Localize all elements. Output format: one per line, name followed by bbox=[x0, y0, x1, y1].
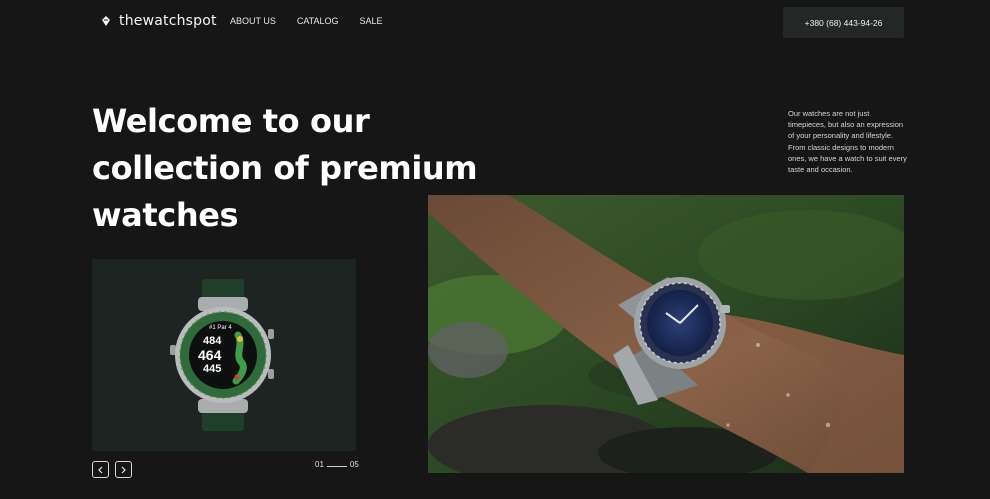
chevron-right-icon bbox=[121, 466, 126, 473]
wrist-watch-photo bbox=[428, 195, 904, 473]
product-card[interactable]: #1 Par 4 484 464 445 bbox=[92, 259, 356, 451]
hero-description: Our watches are not just timepieces, but… bbox=[788, 109, 907, 175]
phone-button[interactable]: +380 (68) 443-94-26 bbox=[783, 7, 904, 38]
watch-face-value-2: 464 bbox=[198, 347, 222, 363]
brand-logo[interactable]: thewatchspot bbox=[101, 13, 217, 29]
logo-text: thewatchspot bbox=[119, 13, 217, 29]
slider-next-button[interactable] bbox=[115, 461, 132, 478]
slide-counter: 01 05 bbox=[315, 460, 359, 469]
main-nav: ABOUT US CATALOG SALE bbox=[230, 16, 383, 26]
slide-total: 05 bbox=[349, 460, 359, 469]
slider-prev-button[interactable] bbox=[92, 461, 109, 478]
watch-image bbox=[170, 279, 274, 431]
watch-face-hole: #1 Par 4 bbox=[209, 325, 232, 331]
watch-face-value-3: 445 bbox=[203, 363, 222, 375]
slide-current: 01 bbox=[315, 460, 324, 469]
nav-about-us[interactable]: ABOUT US bbox=[230, 16, 276, 26]
hero-photo bbox=[428, 195, 904, 473]
nav-catalog[interactable]: CATALOG bbox=[297, 16, 339, 26]
chevron-left-icon bbox=[98, 466, 103, 473]
nav-sale[interactable]: SALE bbox=[360, 16, 383, 26]
logo-icon bbox=[101, 16, 111, 26]
watch-face-value-1: 484 bbox=[203, 335, 222, 347]
slide-counter-divider bbox=[326, 466, 347, 467]
